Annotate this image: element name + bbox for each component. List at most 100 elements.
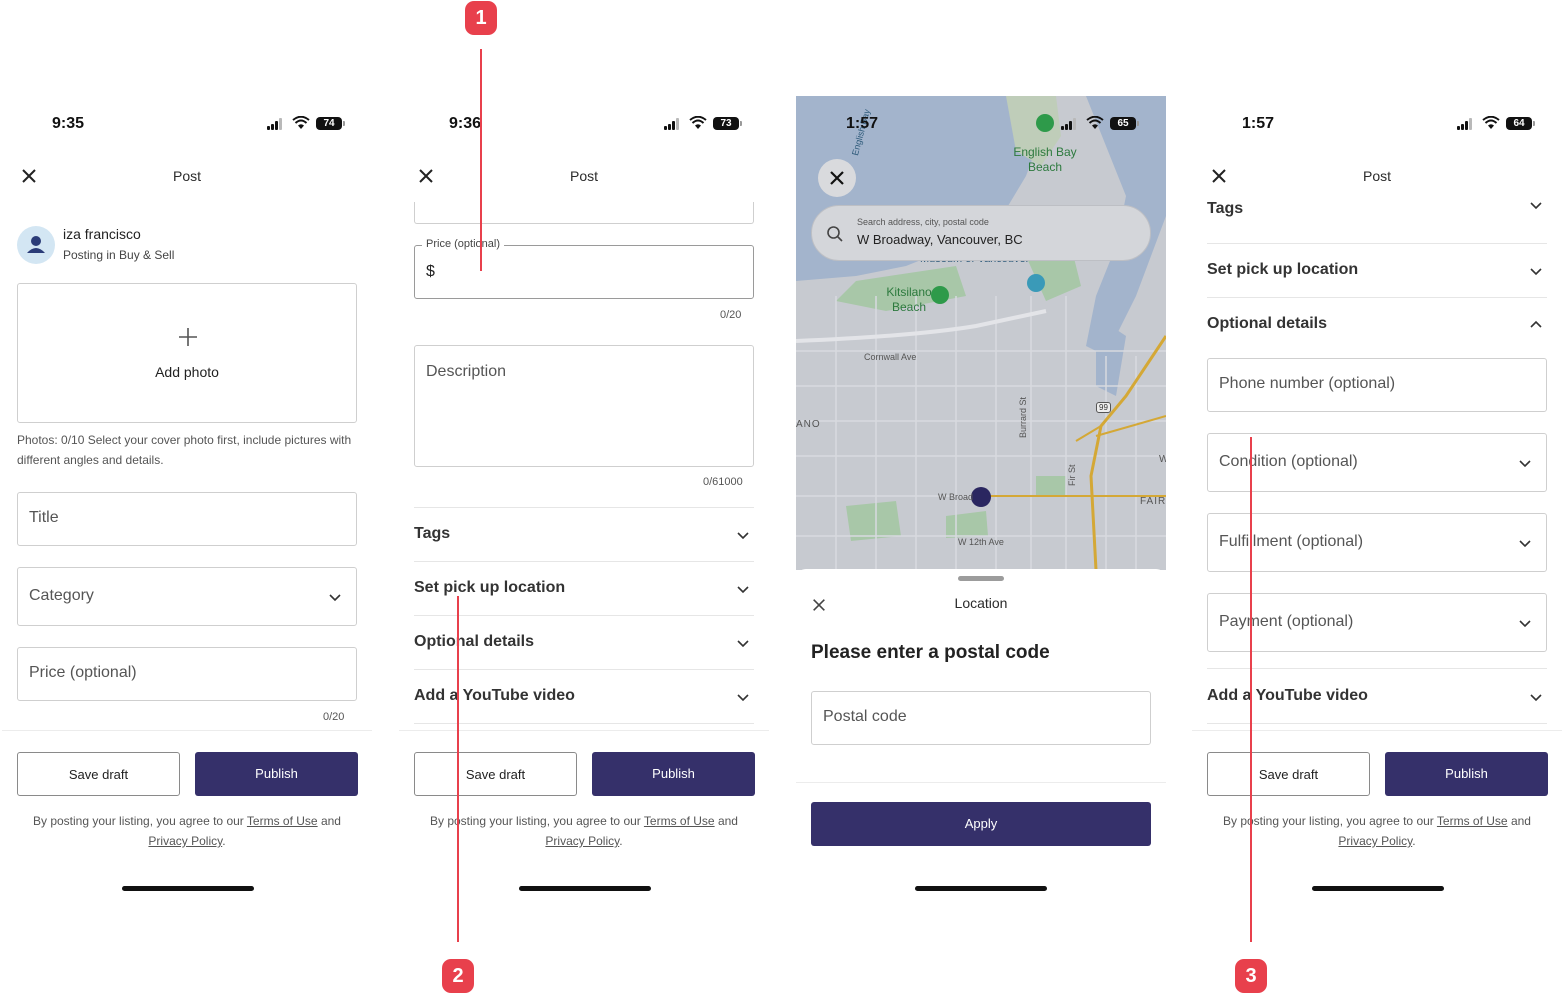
description-counter: 0/61000 [703, 476, 743, 488]
home-indicator [519, 886, 651, 891]
map-label-burrard: Burrard St [1018, 396, 1028, 438]
tags-section-partial[interactable]: Tags [1207, 202, 1547, 244]
chevron-down-icon [1530, 268, 1542, 276]
address-search-bar[interactable]: Search address, city, postal code W Broa… [811, 205, 1151, 261]
chevron-down-icon [1519, 460, 1531, 468]
search-label: Search address, city, postal code [857, 217, 989, 227]
privacy-link[interactable]: Privacy Policy [148, 834, 222, 848]
youtube-video-label: Add a YouTube video [1207, 687, 1368, 704]
home-indicator [915, 886, 1047, 891]
payment-select[interactable]: Payment (optional) [1207, 593, 1547, 652]
youtube-video-section[interactable]: Add a YouTube video [414, 670, 754, 724]
publish-button[interactable]: Publish [195, 752, 358, 796]
wifi-icon [689, 116, 707, 129]
terms-link[interactable]: Terms of Use [247, 814, 318, 828]
terms-link[interactable]: Terms of Use [644, 814, 715, 828]
postal-placeholder: Postal code [823, 708, 907, 725]
phone-placeholder: Phone number (optional) [1219, 375, 1396, 392]
phone-number-input[interactable]: Phone number (optional) [1207, 358, 1547, 412]
privacy-link[interactable]: Privacy Policy [545, 834, 619, 848]
map-close-button[interactable] [818, 159, 856, 197]
divider [2, 730, 372, 731]
price-legend: Price (optional) [422, 238, 504, 250]
map-view[interactable]: English Bay English Bay Beach Museum of … [796, 96, 1166, 570]
title-placeholder: Title [29, 509, 59, 526]
divider [399, 730, 769, 731]
wifi-icon [1482, 116, 1500, 129]
condition-placeholder: Condition (optional) [1219, 453, 1358, 470]
chevron-down-icon [737, 640, 749, 648]
optional-details-label: Optional details [414, 633, 535, 650]
privacy-link[interactable]: Privacy Policy [1338, 834, 1412, 848]
section-divider [1207, 668, 1547, 669]
save-draft-button[interactable]: Save draft [1207, 752, 1370, 796]
photos-hint: Photos: 0/10 Select your cover photo fir… [17, 433, 352, 467]
map-label-w-edge: W [1159, 454, 1166, 465]
annotation-line-2 [457, 596, 459, 942]
drag-handle[interactable] [958, 576, 1004, 581]
publish-button[interactable]: Publish [592, 752, 755, 796]
description-input[interactable]: Description [414, 345, 754, 467]
legal-and: and [717, 814, 738, 828]
currency-symbol: $ [426, 263, 435, 280]
optional-details-section[interactable]: Optional details [414, 616, 754, 670]
annotation-marker-2: 2 [442, 959, 474, 993]
tags-section[interactable]: Tags [414, 508, 754, 562]
map-label-fir: Fir St [1067, 464, 1077, 487]
chevron-down-icon [737, 586, 749, 594]
save-draft-button[interactable]: Save draft [17, 752, 180, 796]
post-screen-optional-details: 1:57 64 Post Tags Set pick up location O… [1192, 96, 1562, 894]
postal-code-input[interactable]: Postal code [811, 691, 1151, 745]
close-icon [830, 171, 844, 185]
chevron-down-icon [737, 532, 749, 540]
divider [796, 782, 1166, 783]
legal-prefix: By posting your listing, you agree to ou… [430, 814, 641, 828]
legal-end: . [222, 834, 226, 848]
chevron-down-icon [1530, 202, 1542, 210]
save-draft-button[interactable]: Save draft [414, 752, 577, 796]
terms-link[interactable]: Terms of Use [1437, 814, 1508, 828]
tags-label: Tags [414, 525, 451, 542]
plus-icon [179, 328, 197, 346]
youtube-video-section[interactable]: Add a YouTube video [1207, 670, 1547, 724]
page-title: Post [1362, 168, 1391, 184]
pickup-location-section[interactable]: Set pick up location [1207, 244, 1547, 298]
annotation-marker-3: 3 [1235, 959, 1267, 993]
nav-bar: Post [1192, 158, 1562, 194]
apply-button[interactable]: Apply [811, 802, 1151, 846]
price-input[interactable]: Price (optional) [17, 647, 357, 701]
title-input[interactable]: Title [17, 492, 357, 546]
battery-icon: 64 [1506, 117, 1535, 130]
price-input[interactable]: Price (optional) $ [414, 238, 754, 299]
status-bar: 9:36 73 [399, 96, 769, 152]
youtube-video-label: Add a YouTube video [414, 687, 575, 704]
price-counter: 0/20 [323, 711, 345, 723]
condition-select[interactable]: Condition (optional) [1207, 433, 1547, 492]
legal-prefix: By posting your listing, you agree to ou… [33, 814, 244, 828]
chevron-down-icon [737, 694, 749, 702]
category-select[interactable]: Category [17, 567, 357, 626]
title-input-partial [414, 202, 754, 224]
signal-icon [1061, 118, 1079, 130]
nav-bar: Post [399, 158, 769, 194]
map-label-highway: 99 [1096, 402, 1111, 413]
nav-bar: Post [2, 158, 372, 194]
optional-details-header[interactable]: Optional details [1207, 298, 1547, 352]
pickup-location-label: Set pick up location [414, 579, 566, 596]
description-placeholder: Description [426, 363, 507, 380]
annotation-marker-1: 1 [465, 1, 497, 35]
status-bar: 1:57 65 [796, 96, 1166, 152]
fulfillment-select[interactable]: Fulfillment (optional) [1207, 513, 1547, 572]
map-label-ano: ANO [796, 419, 821, 430]
map-label-w-broadway: W Broad [938, 492, 974, 502]
map-label-w12: W 12th Ave [958, 537, 1004, 547]
price-counter: 0/20 [720, 309, 742, 321]
publish-button[interactable]: Publish [1385, 752, 1548, 796]
legal-end: . [619, 834, 623, 848]
add-photo-label: Add photo [155, 364, 219, 380]
status-bar: 1:57 64 [1192, 96, 1562, 152]
legal-and: and [320, 814, 341, 828]
posting-context: Posting in Buy & Sell [63, 248, 175, 262]
add-photo-box[interactable]: Add photo [17, 283, 357, 423]
pickup-location-section[interactable]: Set pick up location [414, 562, 754, 616]
